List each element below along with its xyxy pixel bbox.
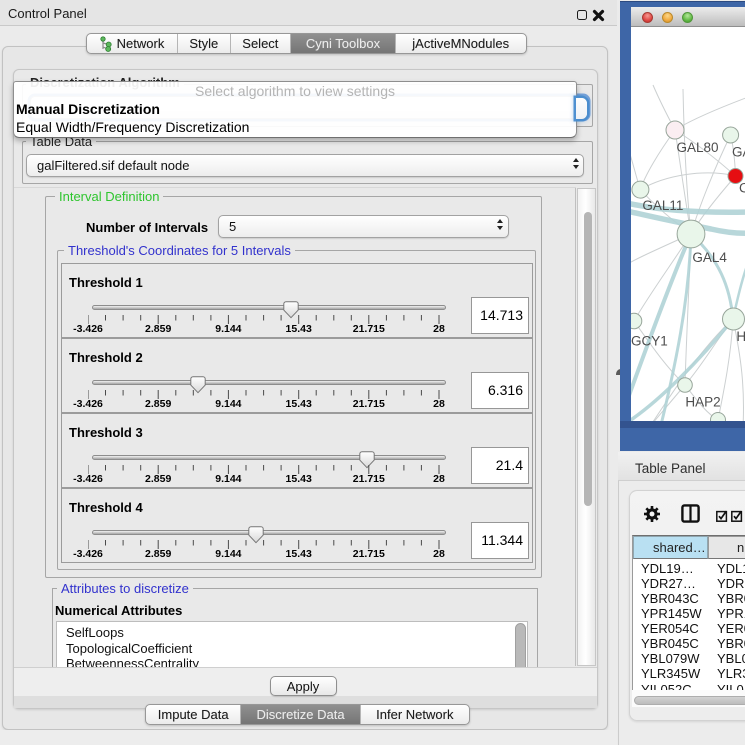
svg-text:GA: GA	[732, 144, 745, 159]
svg-text:C: C	[739, 181, 745, 196]
svg-text:H: H	[736, 329, 745, 344]
svg-text:GCY1: GCY1	[631, 333, 668, 348]
svg-text:GAL4: GAL4	[692, 250, 727, 265]
svg-text:HAP2: HAP2	[685, 394, 720, 409]
svg-text:GAL11: GAL11	[642, 198, 683, 213]
svg-text:GAL80: GAL80	[677, 140, 719, 155]
